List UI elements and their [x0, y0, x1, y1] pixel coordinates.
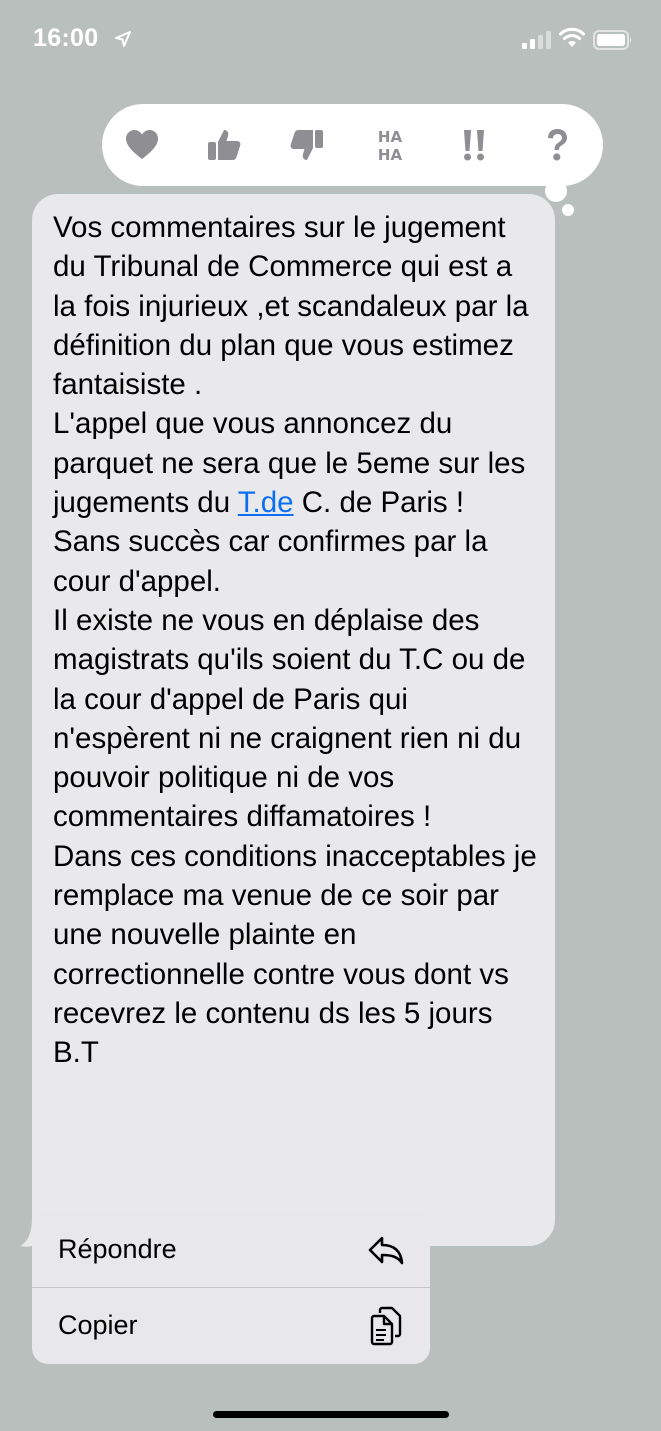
exclamation-icon[interactable] [454, 125, 494, 165]
message-link[interactable]: T.de [238, 486, 294, 519]
location-arrow-icon [115, 31, 131, 47]
tapback-bubble-dot-small [562, 204, 574, 216]
status-time: 16:00 [33, 24, 99, 52]
copy-icon [370, 1306, 402, 1346]
tapback-bubble-dot [545, 180, 567, 202]
reply-arrow-icon [368, 1236, 404, 1265]
message-text: Vos commentaires sur le jugement du Trib… [53, 208, 543, 1073]
menu-item-copy[interactable]: Copier [32, 1288, 430, 1364]
haha-icon[interactable]: HA HA [370, 125, 410, 165]
battery-icon [593, 30, 632, 50]
thumbs-down-icon[interactable] [287, 125, 327, 165]
svg-text:HA: HA [378, 128, 403, 146]
wifi-icon [558, 27, 586, 47]
signal-bars-icon [522, 31, 551, 49]
message-text-part: C. de Paris ! Sans succès car confirmes … [53, 486, 537, 1070]
svg-text:HA: HA [378, 146, 403, 164]
menu-item-reply[interactable]: Répondre [32, 1212, 430, 1288]
home-indicator [213, 1411, 449, 1418]
message-bubble[interactable]: Vos commentaires sur le jugement du Trib… [32, 194, 555, 1246]
menu-item-label: Copier [58, 1310, 138, 1340]
question-icon[interactable] [537, 125, 577, 165]
context-menu: Répondre Copier [32, 1212, 430, 1364]
tapback-reaction-bar: HA HA [102, 104, 603, 186]
menu-item-label: Répondre [58, 1234, 177, 1264]
message-text-part: Vos commentaires sur le jugement du Trib… [53, 211, 529, 520]
heart-icon[interactable] [122, 125, 162, 165]
status-bar: 16:00 [0, 0, 661, 80]
thumbs-up-icon[interactable] [204, 125, 244, 165]
